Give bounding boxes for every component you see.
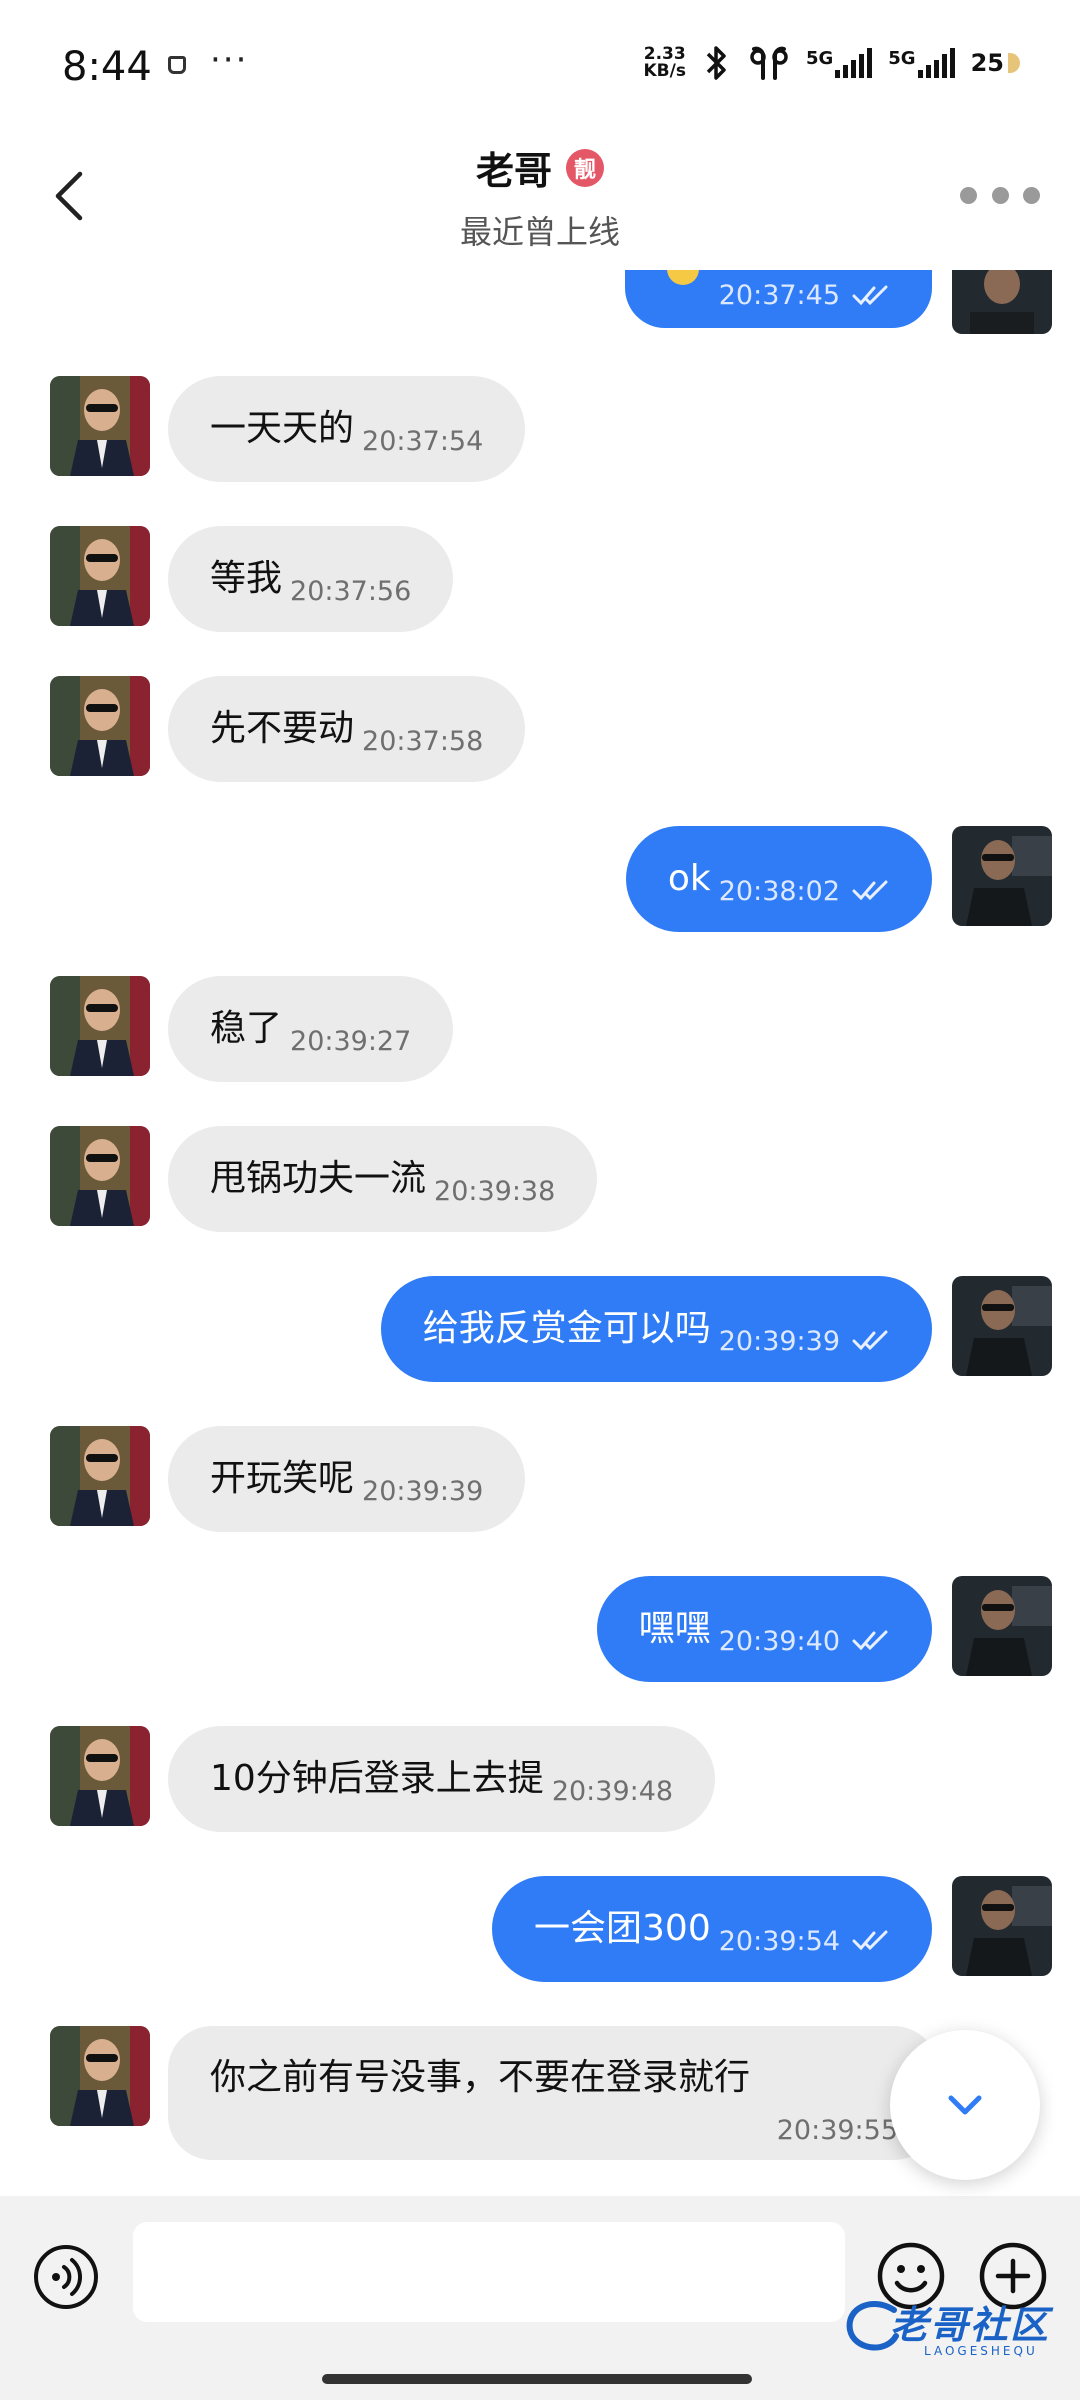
message-bubble-incoming[interactable]: 稳了 20:39:27 — [168, 976, 454, 1082]
message-bubble-incoming[interactable]: 先不要动 20:37:58 — [168, 676, 526, 782]
message-bubble-outgoing[interactable]: 20:37:45 — [624, 270, 932, 328]
message-row: 一会团300 20:39:54 — [0, 1876, 1080, 1982]
message-time: 20:39:39 — [362, 1475, 484, 1507]
chevron-down-icon — [948, 2095, 982, 2115]
sleepy-face-emoji-icon — [666, 270, 699, 285]
message-row: 甩锅功夫一流 20:39:38 — [0, 1126, 1080, 1232]
notification-icon — [168, 56, 186, 74]
message-time: 20:39:55 — [776, 2115, 898, 2146]
message-bubble-outgoing[interactable]: 一会团300 20:39:54 — [492, 1876, 932, 1982]
message-text: 先不要动 — [210, 708, 355, 749]
avatar-self[interactable] — [952, 1276, 1052, 1376]
signal-2-icon: 5G — [888, 48, 955, 78]
message-row: 先不要动 20:37:58 — [0, 676, 1080, 782]
message-row: 稳了 20:39:27 — [0, 976, 1080, 1082]
watermark-text: 老哥社区 — [890, 2303, 1051, 2347]
status-bar: 8:44 ··· 2.33 KB/s 5G 5G 25 — [0, 0, 1080, 130]
signal-1-icon: 5G — [806, 48, 873, 78]
message-time: 20:39:54 — [718, 1925, 840, 1957]
avatar-contact[interactable] — [50, 376, 150, 476]
home-indicator[interactable] — [322, 2374, 752, 2384]
message-row: 等我 20:37:56 — [0, 526, 1080, 632]
read-ticks-icon — [852, 1930, 888, 1951]
message-row: 给我反赏金可以吗 20:39:39 — [0, 1276, 1080, 1382]
message-text: 你之前有号没事，不要在登录就行 — [210, 2057, 751, 2098]
avatar-contact[interactable] — [50, 2026, 150, 2126]
message-bubble-outgoing[interactable]: 嘿嘿 20:39:40 — [596, 1576, 932, 1682]
contact-info[interactable]: 老哥 靓 最近曾上线 — [0, 140, 1080, 253]
message-row: ok 20:38:02 — [0, 826, 1080, 932]
read-ticks-icon — [852, 285, 888, 306]
earbuds-icon — [750, 46, 788, 80]
message-row: 10分钟后登录上去提 20:39:48 — [0, 1726, 1080, 1832]
avatar-contact[interactable] — [50, 676, 150, 776]
avatar-contact[interactable] — [50, 526, 150, 626]
message-text: 等我 — [210, 558, 283, 599]
message-row: 嘿嘿 20:39:40 — [0, 1576, 1080, 1682]
read-ticks-icon — [852, 1630, 888, 1651]
message-time: 20:39:27 — [290, 1025, 412, 1057]
status-icons: 2.33 KB/s 5G 5G 25 — [643, 44, 1020, 82]
message-bubble-outgoing[interactable]: ok 20:38:02 — [625, 826, 932, 932]
avatar-self[interactable] — [952, 1576, 1052, 1676]
message-text: 稳了 — [210, 1008, 283, 1049]
message-text: 甩锅功夫一流 — [210, 1158, 427, 1199]
avatar-contact[interactable] — [50, 976, 150, 1076]
message-bubble-incoming[interactable]: 开玩笑呢 20:39:39 — [168, 1426, 526, 1532]
more-notifications-icon: ··· — [210, 40, 249, 80]
message-time: 20:38:02 — [718, 875, 840, 907]
message-time: 20:39:40 — [718, 1625, 840, 1657]
watermark-logo: 老哥社区 LAOGESHEQU — [842, 2290, 1068, 2368]
message-bubble-incoming[interactable]: 一天天的 20:37:54 — [168, 376, 526, 482]
message-text: 嘿嘿 — [638, 1608, 711, 1649]
message-bubble-incoming[interactable]: 甩锅功夫一流 20:39:38 — [168, 1126, 598, 1232]
message-bubble-incoming[interactable]: 10分钟后登录上去提 20:39:48 — [168, 1726, 716, 1832]
message-time: 20:37:54 — [362, 425, 484, 457]
contact-name: 老哥 — [475, 149, 552, 193]
message-time: 20:39:48 — [551, 1775, 674, 1807]
net-speed: 2.33 KB/s — [643, 44, 686, 81]
read-ticks-icon — [852, 880, 888, 901]
scroll-to-bottom-button[interactable] — [890, 2030, 1040, 2180]
message-text: 10分钟后登录上去提 — [210, 1758, 544, 1799]
avatar-contact[interactable] — [50, 1726, 150, 1826]
message-row: 开玩笑呢 20:39:39 — [0, 1426, 1080, 1532]
message-text: 给我反赏金可以吗 — [422, 1308, 711, 1349]
watermark-subtext: LAOGESHEQU — [924, 2344, 1038, 2358]
avatar-contact[interactable] — [50, 1426, 150, 1526]
message-text: ok — [667, 858, 711, 899]
message-text: 开玩笑呢 — [210, 1458, 355, 1499]
avatar-self[interactable] — [952, 1876, 1052, 1976]
avatar-self[interactable] — [952, 270, 1052, 334]
status-time: 8:44 — [62, 44, 152, 90]
message-row: 一天天的 20:37:54 — [0, 376, 1080, 482]
contact-status: 最近曾上线 — [459, 213, 620, 251]
message-bubble-incoming[interactable]: 你之前有号没事，不要在登录就行 20:39:55 — [168, 2026, 938, 2160]
avatar-contact[interactable] — [50, 1126, 150, 1226]
battery-icon: 25 — [971, 49, 1020, 77]
more-options-button[interactable] — [960, 170, 1040, 220]
message-time: 20:37:58 — [362, 725, 484, 757]
message-list[interactable]: 20:37:45 一天天的 20:37:54 等我 20:37:56 先不要动 … — [0, 270, 1080, 2200]
message-row: 20:37:45 — [0, 270, 1080, 360]
message-bubble-outgoing[interactable]: 给我反赏金可以吗 20:39:39 — [380, 1276, 932, 1382]
message-time: 20:39:38 — [434, 1175, 556, 1207]
message-input[interactable] — [133, 2222, 845, 2322]
message-time: 20:39:39 — [718, 1325, 840, 1357]
bluetooth-icon — [706, 46, 726, 80]
avatar-self[interactable] — [952, 826, 1052, 926]
read-ticks-icon — [852, 1330, 888, 1351]
message-text: 一会团300 — [534, 1908, 711, 1949]
message-bubble-incoming[interactable]: 等我 20:37:56 — [168, 526, 454, 632]
message-time: 20:37:56 — [290, 575, 412, 607]
message-text: 一天天的 — [210, 408, 355, 449]
vip-badge: 靓 — [566, 148, 604, 187]
voice-input-button[interactable] — [32, 2243, 100, 2311]
voice-icon — [34, 2245, 98, 2309]
chat-header: 老哥 靓 最近曾上线 — [0, 130, 1080, 270]
message-time: 20:37:45 — [718, 279, 840, 311]
